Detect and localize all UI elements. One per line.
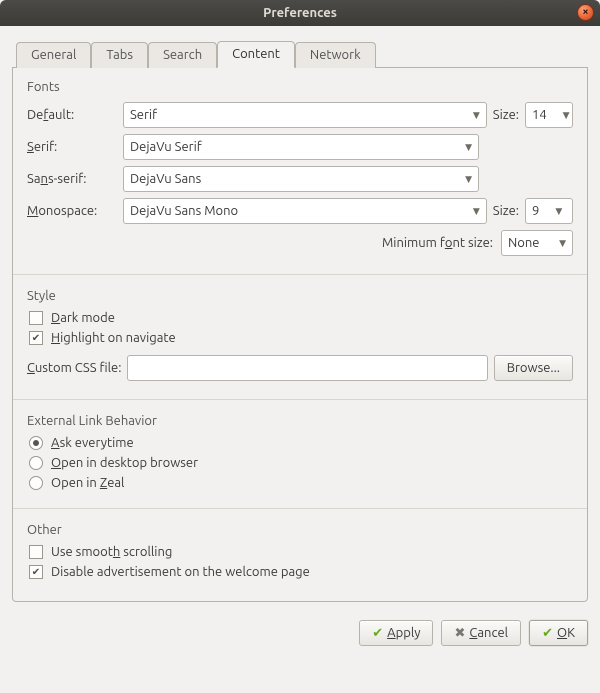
serif-label: Serif: xyxy=(27,140,117,154)
chevron-down-icon: ▼ xyxy=(563,110,570,121)
chevron-down-icon: ▼ xyxy=(559,238,566,249)
disable-ad-checkbox[interactable]: ✔ xyxy=(29,565,43,579)
content-panel: Fonts Default: Serif ▼ Size: 14 ▼ Serif:… xyxy=(12,68,588,602)
sans-label: Sans-serif: xyxy=(27,172,117,186)
serif-combo[interactable]: DejaVu Serif ▼ xyxy=(123,134,479,160)
radio-ask-label: Ask everytime xyxy=(51,436,134,450)
divider xyxy=(13,274,587,275)
cancel-button[interactable]: ✖Cancel xyxy=(441,620,521,646)
external-link-section: External Link Behavior Ask everytime Ope… xyxy=(27,414,573,490)
style-heading: Style xyxy=(27,289,573,303)
apply-button[interactable]: ✔Apply xyxy=(359,620,433,646)
style-section: Style Dark mode ✔ Highlight on navigate … xyxy=(27,289,573,381)
chevron-down-icon: ▼ xyxy=(555,206,562,217)
sans-value: DejaVu Sans xyxy=(130,172,201,186)
divider xyxy=(13,399,587,400)
highlight-checkbox[interactable]: ✔ xyxy=(29,331,43,345)
other-section: Other Use smooth scrolling ✔ Disable adv… xyxy=(27,523,573,579)
mono-size-value: 9 xyxy=(532,204,539,218)
radio-desktop-label: Open in desktop browser xyxy=(51,456,198,470)
chevron-down-icon: ▼ xyxy=(465,174,472,185)
chevron-down-icon: ▼ xyxy=(473,110,480,121)
fonts-heading: Fonts xyxy=(27,80,573,94)
min-font-combo[interactable]: None ▼ xyxy=(501,230,573,256)
radio-zeal[interactable] xyxy=(29,476,43,490)
custom-css-label: Custom CSS file: xyxy=(27,361,121,375)
custom-css-input[interactable] xyxy=(127,355,487,381)
chevron-down-icon: ▼ xyxy=(473,206,480,217)
external-heading: External Link Behavior xyxy=(27,414,573,428)
default-size-label: Size: xyxy=(493,108,519,122)
default-font-value: Serif xyxy=(130,108,157,122)
ok-button[interactable]: ✔OK xyxy=(529,620,588,646)
browse-button[interactable]: Browse... xyxy=(494,355,573,381)
default-size-value: 14 xyxy=(532,108,547,122)
dialog-buttons: ✔Apply ✖Cancel ✔OK xyxy=(0,612,600,658)
chevron-down-icon: ▼ xyxy=(465,142,472,153)
tab-tabs[interactable]: Tabs xyxy=(91,42,148,68)
smooth-scrolling-label: Use smooth scrolling xyxy=(51,545,172,559)
default-font-combo[interactable]: Serif ▼ xyxy=(123,102,487,128)
dark-mode-label: Dark mode xyxy=(51,311,115,325)
tab-bar: General Tabs Search Content Network xyxy=(12,40,588,68)
smooth-scrolling-checkbox[interactable] xyxy=(29,545,43,559)
default-size-spin[interactable]: 14 ▼ xyxy=(525,102,573,128)
close-icon[interactable]: × xyxy=(577,4,594,21)
radio-zeal-label: Open in Zeal xyxy=(51,476,124,490)
window-title: Preferences xyxy=(263,6,337,20)
mono-label: Monospace: xyxy=(27,204,117,218)
tab-content[interactable]: Content xyxy=(217,41,295,68)
radio-ask[interactable] xyxy=(29,436,43,450)
check-icon: ✔ xyxy=(372,626,383,641)
radio-desktop[interactable] xyxy=(29,456,43,470)
sans-combo[interactable]: DejaVu Sans ▼ xyxy=(123,166,479,192)
tab-general[interactable]: General xyxy=(16,42,91,68)
mono-size-spin[interactable]: 9 ▼ xyxy=(525,198,573,224)
min-font-label: Minimum font size: xyxy=(382,236,493,250)
disable-ad-label: Disable advertisement on the welcome pag… xyxy=(51,565,310,579)
min-font-value: None xyxy=(508,236,540,250)
default-font-label: Default: xyxy=(27,108,117,122)
titlebar: Preferences × xyxy=(0,0,600,26)
other-heading: Other xyxy=(27,523,573,537)
mono-combo[interactable]: DejaVu Sans Mono ▼ xyxy=(123,198,487,224)
mono-size-label: Size: xyxy=(493,204,519,218)
highlight-label: Highlight on navigate xyxy=(51,331,176,345)
dark-mode-checkbox[interactable] xyxy=(29,311,43,325)
tab-search[interactable]: Search xyxy=(148,42,217,68)
tab-network[interactable]: Network xyxy=(295,42,376,68)
mono-value: DejaVu Sans Mono xyxy=(130,204,238,218)
serif-value: DejaVu Serif xyxy=(130,140,202,154)
divider xyxy=(13,508,587,509)
fonts-section: Fonts Default: Serif ▼ Size: 14 ▼ Serif:… xyxy=(27,80,573,256)
check-icon: ✔ xyxy=(542,626,553,641)
cancel-icon: ✖ xyxy=(454,626,465,641)
